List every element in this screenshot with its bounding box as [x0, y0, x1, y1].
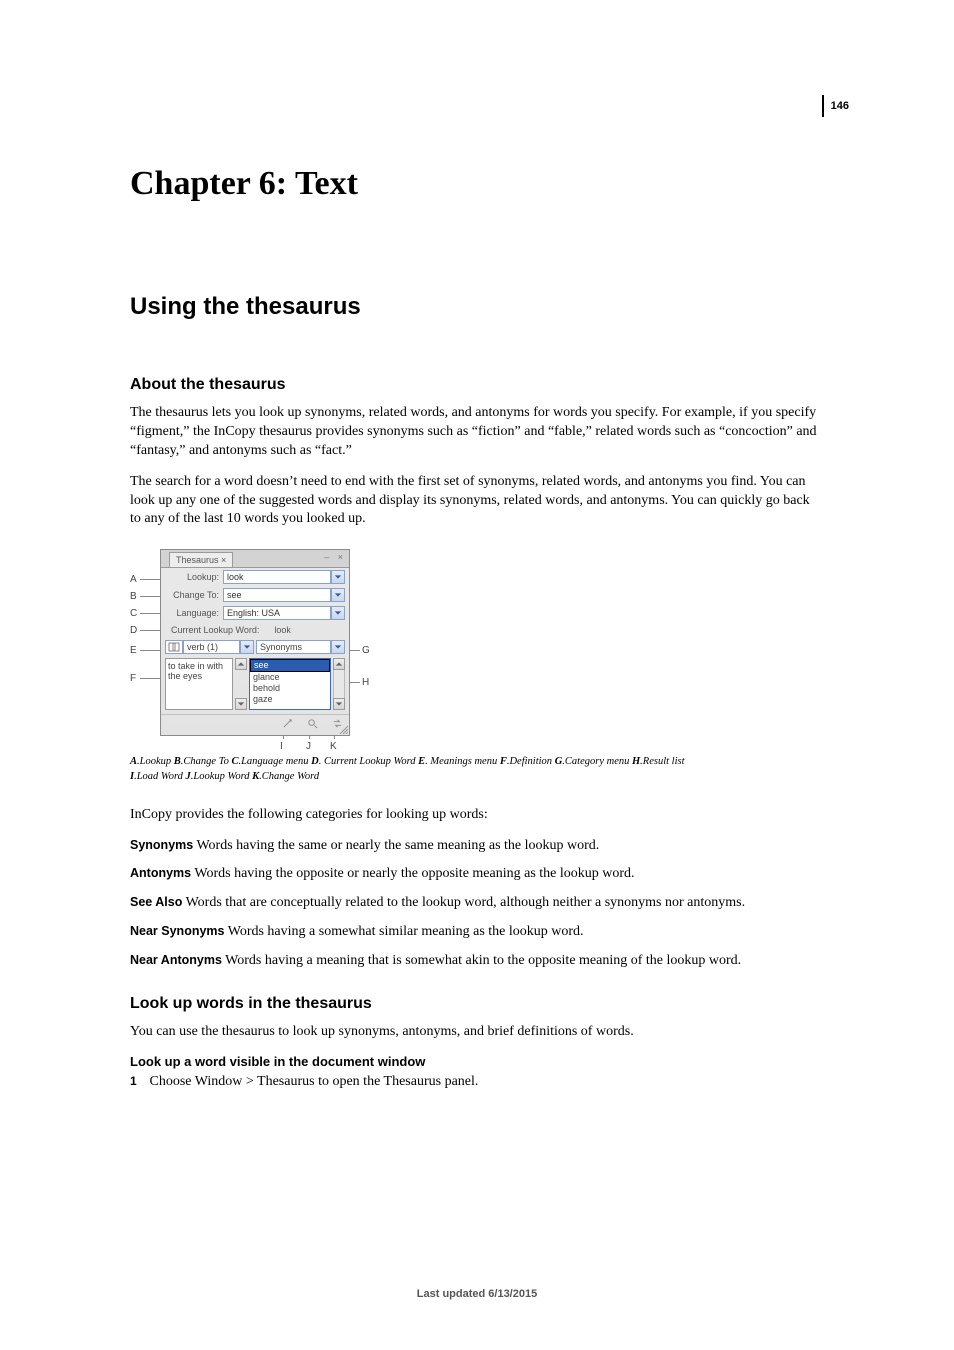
callout-g: G	[362, 645, 370, 656]
changeto-label: Change To:	[165, 590, 223, 600]
scroll-up-icon[interactable]	[333, 658, 345, 670]
term-near-synonyms: Near Synonyms	[130, 924, 224, 938]
figure-caption: A.Lookup B.Change To C.Language menu D. …	[130, 755, 824, 783]
result-item-selected[interactable]: see	[250, 659, 330, 672]
term-seealso: See Also	[130, 895, 182, 909]
load-word-icon[interactable]	[282, 718, 293, 731]
about-heading: About the thesaurus	[130, 376, 824, 394]
callout-d: D	[130, 625, 137, 636]
categories-intro: InCopy provides the following categories…	[130, 806, 824, 825]
thesaurus-panel: Thesaurus × – × Lookup: look Change To: …	[160, 549, 350, 736]
callout-j: J	[306, 741, 311, 752]
resize-handle-icon[interactable]	[338, 724, 348, 734]
lookup-word-icon[interactable]	[307, 718, 318, 731]
def-near-synonyms: Words having a somewhat similar meaning …	[224, 924, 583, 939]
meanings-dropdown-icon[interactable]	[240, 640, 254, 654]
lookup-para: You can use the thesaurus to look up syn…	[130, 1023, 824, 1042]
scroll-up-icon[interactable]	[235, 658, 247, 670]
callout-k: K	[330, 741, 337, 752]
panel-bottom-icons	[161, 714, 349, 735]
result-item[interactable]: glance	[250, 672, 330, 683]
about-para-1: The thesaurus lets you look up synonyms,…	[130, 404, 824, 461]
callout-c: C	[130, 608, 137, 619]
def-synonyms: Words having the same or nearly the same…	[193, 838, 599, 853]
category-dropdown-icon[interactable]	[331, 640, 345, 654]
lookup-heading: Look up words in the thesaurus	[130, 995, 824, 1013]
result-list[interactable]: see glance behold gaze	[249, 658, 331, 710]
meanings-select[interactable]: verb (1)	[183, 640, 240, 654]
step-text: Choose Window > Thesaurus to open the Th…	[150, 1074, 479, 1089]
section-title: Using the thesaurus	[130, 293, 824, 321]
panel-window-controls[interactable]: – ×	[324, 552, 346, 562]
callout-line-d	[140, 630, 160, 631]
lookup-label: Lookup:	[165, 572, 223, 582]
step-number: 1	[130, 1073, 146, 1089]
result-row: to take in with the eyes see glance beho…	[161, 656, 349, 714]
lookup-row: Lookup: look	[161, 568, 349, 586]
language-select[interactable]: English: USA	[223, 606, 331, 620]
language-label: Language:	[165, 608, 223, 618]
scroll-down-icon[interactable]	[235, 698, 247, 710]
callout-h: H	[362, 677, 369, 688]
definition-list: Synonyms Words having the same or nearly…	[130, 837, 824, 971]
def-near-antonyms: Words having a meaning that is somewhat …	[222, 953, 741, 968]
step-1: 1 Choose Window > Thesaurus to open the …	[130, 1073, 824, 1092]
callout-b: B	[130, 591, 137, 602]
result-item[interactable]: gaze	[250, 694, 330, 705]
callout-line-f	[140, 678, 162, 679]
current-lookup-label: Current Lookup Word:	[171, 625, 259, 635]
callout-a: A	[130, 574, 137, 585]
book-icon[interactable]	[165, 640, 183, 654]
result-scrollbar[interactable]	[333, 658, 345, 710]
term-antonyms: Antonyms	[130, 866, 191, 880]
page-number-rule	[822, 95, 824, 117]
meanings-row: verb (1) Synonyms	[161, 638, 349, 656]
definition-box: to take in with the eyes	[165, 658, 233, 710]
callout-f: F	[130, 673, 136, 684]
category-select[interactable]: Synonyms	[256, 640, 331, 654]
current-lookup-value: look	[274, 625, 291, 635]
language-row: Language: English: USA	[161, 604, 349, 622]
callout-e: E	[130, 645, 137, 656]
callout-i: I	[280, 741, 283, 752]
panel-tab-strip: Thesaurus × – ×	[161, 550, 349, 568]
page-footer: Last updated 6/13/2015	[0, 1288, 954, 1300]
about-para-2: The search for a word doesn’t need to en…	[130, 473, 824, 530]
scroll-track[interactable]	[333, 670, 345, 698]
thesaurus-panel-figure: A B C D E F G H I J K Thesaurus × – × Lo…	[130, 549, 370, 749]
def-antonyms: Words having the opposite or nearly the …	[191, 866, 634, 881]
changeto-dropdown-icon[interactable]	[331, 588, 345, 602]
scroll-down-icon[interactable]	[333, 698, 345, 710]
page-number: 146	[831, 100, 849, 112]
chapter-title: Chapter 6: Text	[130, 165, 824, 203]
term-synonyms: Synonyms	[130, 838, 193, 852]
result-item[interactable]: behold	[250, 683, 330, 694]
language-dropdown-icon[interactable]	[331, 606, 345, 620]
procedure-heading: Look up a word visible in the document w…	[130, 1054, 824, 1069]
current-lookup-row: Current Lookup Word: look	[161, 622, 349, 638]
changeto-input[interactable]: see	[223, 588, 331, 602]
def-seealso: Words that are conceptually related to t…	[182, 895, 745, 910]
panel-tab-thesaurus[interactable]: Thesaurus ×	[169, 552, 233, 567]
callout-line-e	[140, 650, 162, 651]
lookup-input[interactable]: look	[223, 570, 331, 584]
definition-scrollbar[interactable]	[235, 658, 247, 710]
changeto-row: Change To: see	[161, 586, 349, 604]
term-near-antonyms: Near Antonyms	[130, 953, 222, 967]
lookup-dropdown-icon[interactable]	[331, 570, 345, 584]
